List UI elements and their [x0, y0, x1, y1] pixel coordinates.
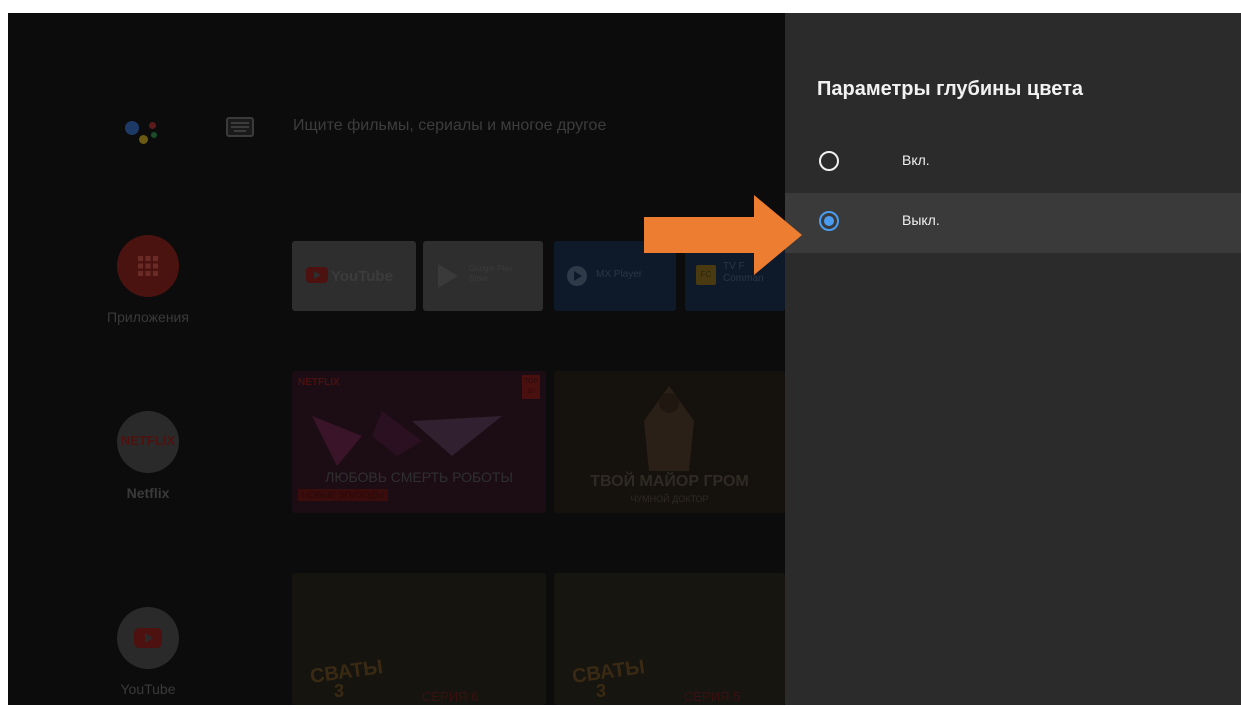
youtube-logo-icon	[306, 267, 328, 283]
option-label: Вкл.	[902, 152, 930, 168]
search-input[interactable]: Ищите фильмы, сериалы и многое другое	[293, 117, 606, 135]
sidebar-item-youtube[interactable]: YouTube	[108, 607, 188, 697]
favorite-app-label: Google Play Store	[469, 264, 513, 284]
netflix-logo: NETFLIX	[117, 411, 179, 473]
netflix-card-major-grom[interactable]: ТВОЙ МАЙОР ГРОМ ЧУМНОЙ ДОКТОР	[554, 371, 785, 513]
sidebar-item-label: Приложения	[107, 309, 189, 325]
favorite-app-label-line2: Store	[469, 274, 489, 283]
card-title: СВАТЫ	[570, 656, 647, 688]
top10-badge: TOP 10	[522, 375, 540, 399]
favorite-app-youtube[interactable]: YouTube	[292, 241, 416, 311]
favorite-app-label: MX Player	[596, 269, 643, 280]
color-depth-settings-panel: Параметры глубины цвета Вкл. Выкл.	[785, 13, 1241, 705]
episode-label: СЕРИЯ 6	[422, 689, 479, 704]
sidebar-item-netflix[interactable]: NETFLIX Netflix	[108, 411, 188, 501]
favorite-app-play-store[interactable]: Google Play Store	[423, 241, 543, 311]
episode-label: СЕРИЯ 5	[684, 689, 741, 704]
search-row: Ищите фильмы, сериалы и многое другое	[8, 103, 785, 153]
netflix-brand: NETFLIX	[298, 377, 340, 388]
radio-unchecked-icon[interactable]	[819, 151, 839, 171]
love-death-robots-art	[312, 411, 502, 466]
card-title: ТВОЙ МАЙОР ГРОМ	[590, 473, 749, 490]
option-on[interactable]: Вкл.	[785, 133, 1241, 193]
top10-badge-line1: TOP	[523, 378, 539, 385]
google-assistant-icon[interactable]	[125, 111, 175, 151]
option-label: Выкл.	[902, 212, 940, 228]
card-title: ЛЮБОВЬ СМЕРТЬ РОБОТЫ	[325, 469, 513, 485]
youtube-card-svaty-6[interactable]: СВАТЫ 3 СЕРИЯ 6	[292, 573, 546, 705]
favorite-app-label: YouTube	[331, 268, 393, 285]
sidebar-item-label: Netflix	[126, 485, 170, 501]
sidebar-item-apps[interactable]: Приложения	[107, 235, 189, 325]
sidebar-item-label: YouTube	[120, 681, 176, 697]
keyboard-icon[interactable]	[226, 117, 254, 137]
mx-player-icon	[567, 266, 587, 286]
radio-checked-icon[interactable]	[819, 211, 839, 231]
new-episodes-badge: НОВЫЕ ЭПИЗОДЫ	[298, 489, 388, 501]
card-title: СВАТЫ	[308, 656, 385, 688]
tv-screen: Ищите фильмы, сериалы и многое другое Пр…	[8, 13, 1241, 705]
netflix-logo-text: NETFLIX	[120, 433, 176, 448]
option-off[interactable]: Выкл.	[785, 193, 1241, 253]
annotation-arrow-icon	[644, 195, 802, 275]
card-subtitle: ЧУМНОЙ ДОКТОР	[630, 494, 709, 504]
apps-grid-icon	[117, 235, 179, 297]
home-screen-dimmed: Ищите фильмы, сериалы и многое другое Пр…	[8, 13, 785, 705]
panel-title: Параметры глубины цвета	[817, 78, 1084, 100]
favorite-app-label-line1: Google Play	[469, 264, 513, 273]
netflix-card-love-death-robots[interactable]: NETFLIX TOP 10 ЛЮБОВЬ СМЕРТЬ РОБОТЫ НОВЫ…	[292, 371, 546, 513]
season-number: 3	[596, 681, 607, 701]
top10-badge-line2: 10	[527, 388, 535, 395]
season-number: 3	[334, 681, 345, 701]
youtube-card-svaty-5[interactable]: СВАТЫ 3 СЕРИЯ 5	[554, 573, 785, 705]
play-store-icon	[438, 264, 458, 288]
major-grom-art	[644, 386, 694, 471]
youtube-logo	[117, 607, 179, 669]
